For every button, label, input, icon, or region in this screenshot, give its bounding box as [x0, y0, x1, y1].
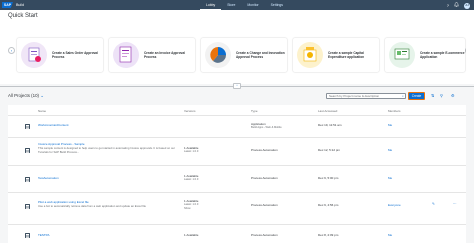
project-icon [25, 204, 30, 209]
create-button[interactable]: Create [408, 92, 425, 100]
project-description: Use a bot to automatically retrieve data… [38, 204, 146, 208]
change-innovation-illustration-icon [205, 42, 231, 68]
project-type: Process Automation [251, 203, 278, 207]
tab-store[interactable]: Store [221, 0, 241, 10]
avatar[interactable]: AJ [464, 2, 470, 9]
members-link[interactable]: Me [388, 233, 392, 237]
projects-title[interactable]: All Projects (10) ⌄ [8, 93, 44, 99]
projects-title-text: All Projects (10) [8, 93, 39, 98]
versions-available: 1 Available [184, 233, 199, 237]
bell-icon[interactable] [453, 2, 460, 9]
tab-monitor[interactable]: Monitor [241, 0, 264, 10]
collapse-section-button[interactable]: ⌃ [233, 83, 241, 89]
quick-start-section: Quick Start ‹ › Create a Sales Order App… [0, 10, 474, 84]
last-accessed: Dec 9, 4:56 pm [318, 203, 339, 207]
project-name-link[interactable]: TestAutomation [38, 176, 59, 180]
tab-lobby[interactable]: Lobby [200, 0, 222, 10]
tab-settings[interactable]: Settings [265, 0, 289, 10]
carousel-prev-button[interactable]: ‹ [8, 47, 15, 54]
last-accessed: Dec 12, 5:12 pm [318, 148, 341, 152]
chevron-down-icon: ⌄ [40, 93, 44, 98]
card-label: Create a sample E-commerce Application [420, 50, 465, 59]
projects-table: Name Versions Type Last Accessed Members… [8, 105, 466, 243]
filter-icon[interactable]: ⚲ [440, 93, 443, 98]
table-row[interactable]: Pilot a web application using Excel file… [8, 192, 466, 224]
column-header-members[interactable]: Members [388, 109, 401, 113]
shell-actions: ? AJ [447, 2, 470, 9]
project-icon [25, 148, 30, 153]
card-label: Create a Change and Innovation Approval … [236, 50, 285, 59]
quick-start-card-ecommerce[interactable]: Create a sample E-commerce Application [385, 38, 465, 72]
project-type: Process Automation [251, 233, 278, 237]
project-type: Process Automation [251, 176, 278, 180]
last-accessed: Dec 19, 11:51 am [318, 123, 342, 127]
members-link[interactable]: Me [388, 123, 392, 127]
quick-start-card-sales-order[interactable]: Create a Sales Order Approval Process [17, 38, 103, 72]
project-icon [25, 233, 30, 238]
app-name: Build [16, 3, 24, 7]
card-label: Create a Sales Order Approval Process [52, 50, 98, 59]
last-accessed: Dec 9, 5:00 pm [318, 176, 339, 180]
shell-bar: SAP Build Lobby Store Monitor Settings ?… [0, 0, 474, 10]
column-header-last-accessed[interactable]: Last Accessed [318, 109, 337, 113]
latest-version[interactable]: Latest: 1.0.0 [184, 178, 198, 182]
shell-tabs: Lobby Store Monitor Settings [200, 0, 289, 10]
table-row[interactable]: Invoice Approval Process - Sample This s… [8, 137, 466, 165]
column-header-type[interactable]: Type [251, 109, 258, 113]
quick-start-title: Quick Start [8, 13, 38, 19]
help-icon[interactable]: ? [447, 3, 449, 9]
project-icon [25, 177, 30, 182]
project-name-link[interactable]: WorkzoneCardContent [38, 123, 68, 127]
project-type-sub: Build Apps - Web & Mobile [251, 126, 282, 129]
table-row[interactable]: WorkzoneCardContent Application Build Ap… [8, 115, 466, 137]
latest-version[interactable]: Latest: 1.0.0 [184, 150, 198, 154]
sales-order-illustration-icon [21, 42, 47, 68]
column-header-name[interactable]: Name [38, 109, 46, 113]
table-row[interactable]: TestAutomation 1 Available Latest: 1.0.0… [8, 165, 466, 192]
capital-expenditure-illustration-icon [297, 42, 323, 68]
sap-logo[interactable]: SAP [2, 2, 13, 8]
members-link[interactable]: Me [388, 176, 392, 180]
members-link[interactable]: Everyone [388, 203, 401, 207]
card-label: Create a sample Capital Expenditure appl… [328, 50, 365, 59]
last-accessed: Dec 8, 2:09 pm [318, 233, 339, 237]
invoice-illustration-icon [113, 42, 139, 68]
project-search-input[interactable]: Search by Project name & description ⌕ [326, 93, 406, 99]
sort-icon[interactable]: ⇅ [431, 93, 434, 98]
quick-start-card-invoice-approval[interactable]: Create an Invoice Approval Process [109, 38, 195, 72]
search-placeholder: Search by Project name & description [329, 94, 380, 98]
ecommerce-illustration-icon [389, 42, 415, 68]
card-label: Create an Invoice Approval Process [144, 50, 185, 59]
project-type: Process Automation [251, 148, 278, 152]
project-description: This sample content is designed to help … [38, 146, 175, 154]
project-name-link[interactable]: TESTPA [38, 233, 49, 237]
table-row[interactable]: TESTPA 1 Available Process Automation De… [8, 224, 466, 243]
column-header-versions[interactable]: Versions [184, 109, 196, 113]
more-options-icon[interactable]: ⋯ [453, 202, 457, 206]
quick-start-card-change-innovation[interactable]: Create a Change and Innovation Approval … [201, 38, 287, 72]
search-icon[interactable]: ⌕ [402, 94, 404, 99]
show-versions-link[interactable]: Show [184, 207, 191, 211]
members-link[interactable]: Me [388, 148, 392, 152]
quick-start-card-capital-expenditure[interactable]: Create a sample Capital Expenditure appl… [293, 38, 379, 72]
project-icon [25, 124, 30, 129]
settings-gear-icon[interactable]: ⚙ [451, 93, 455, 98]
edit-icon[interactable]: ✎ [432, 202, 435, 206]
